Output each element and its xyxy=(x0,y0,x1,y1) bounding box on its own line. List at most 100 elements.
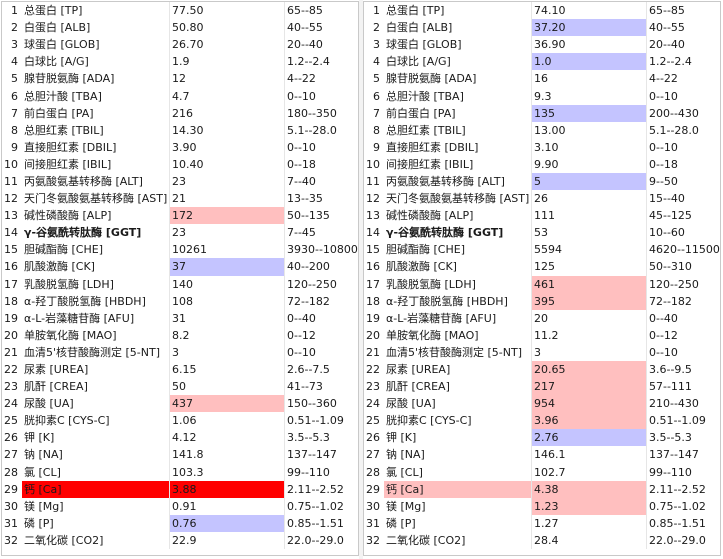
table-row[interactable]: 9 直接胆红素 [DBIL] 3.90 0--10 xyxy=(2,138,358,156)
test-name: 单胺氧化酶 [MAO] xyxy=(386,328,479,342)
table-row[interactable]: 8 总胆红素 [TBIL] 13.00 5.1--28.0 xyxy=(364,121,720,139)
table-row[interactable]: 2 白蛋白 [ALB] 37.20 40--55 xyxy=(364,19,720,37)
table-row[interactable]: 3 球蛋白 [GLOB] 26.70 20--40 xyxy=(2,36,358,54)
table-row[interactable]: 1 总蛋白 [TP] 74.10 65--85 xyxy=(364,2,720,20)
result-value: 26 xyxy=(531,190,647,208)
row-number: 31 xyxy=(366,516,380,530)
table-row[interactable]: 31 磷 [P] 1.27 0.85--1.51 xyxy=(364,514,720,532)
result-value: 146.1 xyxy=(531,446,647,464)
table-row[interactable]: 4 白球比 [A/G] 1.0 1.2--2.4 xyxy=(364,53,720,71)
row-number: 6 xyxy=(373,89,380,103)
reference-range: 41--73 xyxy=(284,378,358,396)
table-row[interactable]: 12 天门冬氨酸氨基转移酶 [AST] 26 15--40 xyxy=(364,190,720,208)
row-number: 24 xyxy=(366,397,380,411)
reference-range: 10--60 xyxy=(646,224,720,242)
table-row[interactable]: 20 单胺氧化酶 [MAO] 8.2 0--12 xyxy=(2,326,358,344)
reference-range: 0.75--1.02 xyxy=(284,497,358,515)
table-row[interactable]: 5 腺苷脱氨酶 [ADA] 12 4--22 xyxy=(2,70,358,88)
result-value: 26.70 xyxy=(169,36,285,54)
row-number: 30 xyxy=(366,499,380,513)
table-row[interactable]: 32 二氧化碳 [CO2] 28.4 22.0--29.0 xyxy=(364,531,720,549)
result-value: 50 xyxy=(169,378,285,396)
table-row[interactable]: 23 肌酐 [CREA] 50 41--73 xyxy=(2,378,358,396)
table-row[interactable]: 23 肌酐 [CREA] 217 57--111 xyxy=(364,378,720,396)
row-number: 17 xyxy=(4,277,18,291)
test-name: 总蛋白 [TP] xyxy=(24,4,83,18)
table-row[interactable]: 14 γ-谷氨酰转肽酶 [GGT] 53 10--60 xyxy=(364,224,720,242)
reference-range: 40--55 xyxy=(646,19,720,37)
table-row[interactable]: 29 钙 [Ca] 3.88 2.11--2.52 xyxy=(2,480,358,498)
result-value: 395 xyxy=(531,292,647,310)
table-row[interactable]: 10 间接胆红素 [IBIL] 10.40 0--18 xyxy=(2,155,358,173)
table-row[interactable]: 16 肌酸激酶 [CK] 125 50--310 xyxy=(364,258,720,276)
reference-range: 3930--10800 xyxy=(284,241,358,259)
table-row[interactable]: 19 α-L-岩藻糖苷酶 [AFU] 20 0--40 xyxy=(364,309,720,327)
test-name: 尿素 [UREA] xyxy=(24,363,89,377)
table-row[interactable]: 15 胆碱酯酶 [CHE] 5594 4620--11500 xyxy=(364,241,720,259)
table-row[interactable]: 6 总胆汁酸 [TBA] 4.7 0--10 xyxy=(2,87,358,105)
row-number: 23 xyxy=(366,380,380,394)
table-row[interactable]: 18 α-羟丁酸脱氢酶 [HBDH] 108 72--182 xyxy=(2,292,358,310)
test-name: 碱性磷酸酶 [ALP] xyxy=(24,209,112,223)
table-row[interactable]: 25 胱抑素C [CYS-C] 1.06 0.51--1.09 xyxy=(2,412,358,430)
table-row[interactable]: 9 直接胆红素 [DBIL] 3.10 0--10 xyxy=(364,138,720,156)
table-row[interactable]: 21 血清5'核苷酸酶测定 [5-NT] 3 0--10 xyxy=(364,343,720,361)
reference-range: 72--182 xyxy=(646,292,720,310)
table-row[interactable]: 11 丙氨酸氨基转移酶 [ALT] 5 9--50 xyxy=(364,172,720,191)
table-row[interactable]: 17 乳酸脱氢酶 [LDH] 140 120--250 xyxy=(2,275,358,293)
table-row[interactable]: 14 γ-谷氨酰转肽酶 [GGT] 23 7--45 xyxy=(2,224,358,242)
table-row[interactable]: 13 碱性磷酸酶 [ALP] 111 45--125 xyxy=(364,207,720,225)
table-row[interactable]: 21 血清5'核苷酸酶测定 [5-NT] 3 0--10 xyxy=(2,343,358,361)
reference-range: 50--135 xyxy=(284,207,358,225)
table-row[interactable]: 28 氯 [CL] 102.7 99--110 xyxy=(364,463,720,481)
table-row[interactable]: 25 胱抑素C [CYS-C] 3.96 0.51--1.09 xyxy=(364,412,720,430)
table-row[interactable]: 18 α-羟丁酸脱氢酶 [HBDH] 395 72--182 xyxy=(364,292,720,310)
table-row[interactable]: 6 总胆汁酸 [TBA] 9.3 0--10 xyxy=(364,87,720,105)
reference-range: 0--18 xyxy=(284,155,358,173)
table-row[interactable]: 26 钾 [K] 4.12 3.5--5.3 xyxy=(2,429,358,447)
reference-range: 20--40 xyxy=(284,36,358,54)
table-row[interactable]: 17 乳酸脱氢酶 [LDH] 461 120--250 xyxy=(364,275,720,293)
table-row[interactable]: 24 尿酸 [UA] 437 150--360 xyxy=(2,395,358,413)
table-row[interactable]: 3 球蛋白 [GLOB] 36.90 20--40 xyxy=(364,36,720,54)
table-row[interactable]: 32 二氧化碳 [CO2] 22.9 22.0--29.0 xyxy=(2,531,358,549)
row-number: 1 xyxy=(373,4,380,18)
table-row[interactable]: 30 镁 [Mg] 1.23 0.75--1.02 xyxy=(364,497,720,515)
table-row[interactable]: 28 氯 [CL] 103.3 99--110 xyxy=(2,463,358,481)
table-row[interactable]: 15 胆碱酯酶 [CHE] 10261 3930--10800 xyxy=(2,241,358,259)
test-name: 肌酸激酶 [CK] xyxy=(24,260,95,274)
table-row[interactable]: 27 钠 [NA] 146.1 137--147 xyxy=(364,446,720,464)
table-row[interactable]: 27 钠 [NA] 141.8 137--147 xyxy=(2,446,358,464)
reference-range: 4620--11500 xyxy=(646,241,720,259)
table-row[interactable]: 12 天门冬氨酸氨基转移酶 [AST] 21 13--35 xyxy=(2,190,358,208)
table-row[interactable]: 22 尿素 [UREA] 6.15 2.6--7.5 xyxy=(2,360,358,379)
result-value: 8.2 xyxy=(169,326,285,344)
table-row[interactable]: 2 白蛋白 [ALB] 50.80 40--55 xyxy=(2,19,358,37)
table-row[interactable]: 26 钾 [K] 2.76 3.5--5.3 xyxy=(364,429,720,447)
table-row[interactable]: 22 尿素 [UREA] 20.65 3.6--9.5 xyxy=(364,360,720,379)
table-row[interactable]: 5 腺苷脱氨酶 [ADA] 16 4--22 xyxy=(364,70,720,88)
table-row[interactable]: 7 前白蛋白 [PA] 216 180--350 xyxy=(2,104,358,122)
table-row[interactable]: 7 前白蛋白 [PA] 135 200--430 xyxy=(364,104,720,122)
table-row[interactable]: 4 白球比 [A/G] 1.9 1.2--2.4 xyxy=(2,53,358,71)
table-row[interactable]: 19 α-L-岩藻糖苷酶 [AFU] 31 0--40 xyxy=(2,309,358,327)
reference-range: 4--22 xyxy=(284,70,358,88)
table-row[interactable]: 30 镁 [Mg] 0.91 0.75--1.02 xyxy=(2,497,358,515)
table-row[interactable]: 8 总胆红素 [TBIL] 14.30 5.1--28.0 xyxy=(2,121,358,139)
row-number: 32 xyxy=(4,533,18,547)
row-number: 3 xyxy=(11,38,18,52)
test-name: 总胆红素 [TBIL] xyxy=(386,123,466,137)
reference-range: 3.5--5.3 xyxy=(284,429,358,447)
table-row[interactable]: 16 肌酸激酶 [CK] 37 40--200 xyxy=(2,258,358,276)
result-value: 103.3 xyxy=(169,463,285,481)
table-row[interactable]: 20 单胺氧化酶 [MAO] 11.2 0--12 xyxy=(364,326,720,344)
table-row[interactable]: 1 总蛋白 [TP] 77.50 65--85 xyxy=(2,2,358,20)
row-number: 28 xyxy=(4,465,18,479)
table-row[interactable]: 10 间接胆红素 [IBIL] 9.90 0--18 xyxy=(364,155,720,173)
table-row[interactable]: 29 钙 [Ca] 4.38 2.11--2.52 xyxy=(364,480,720,498)
result-value: 3.88 xyxy=(169,480,285,498)
table-row[interactable]: 31 磷 [P] 0.76 0.85--1.51 xyxy=(2,514,358,532)
table-row[interactable]: 11 丙氨酸氨基转移酶 [ALT] 23 7--40 xyxy=(2,172,358,191)
table-row[interactable]: 13 碱性磷酸酶 [ALP] 172 50--135 xyxy=(2,207,358,225)
table-row[interactable]: 24 尿酸 [UA] 954 210--430 xyxy=(364,395,720,413)
